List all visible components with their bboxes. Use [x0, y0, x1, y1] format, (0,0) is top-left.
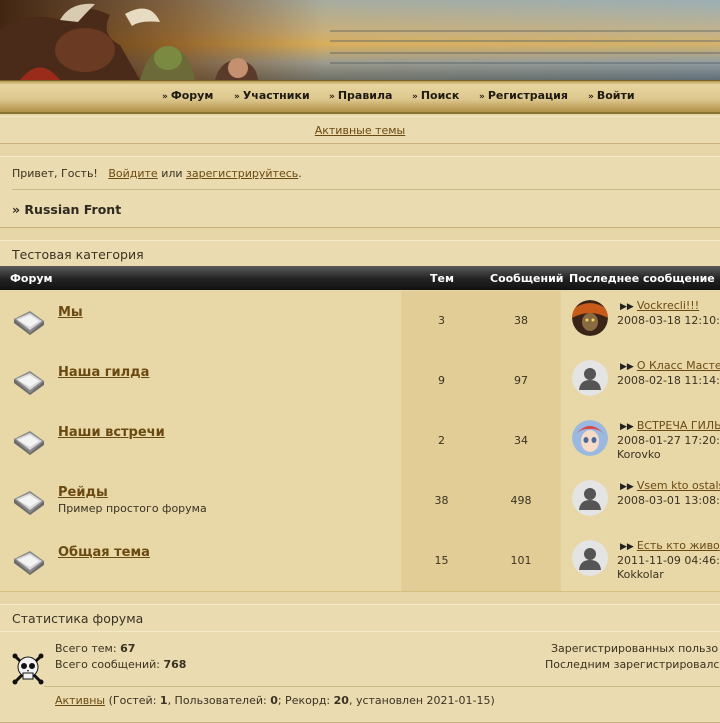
skull-icon: [12, 653, 44, 685]
warcraft-characters-artwork: [0, 3, 258, 80]
welcome-panel: Привет, Гость! Войдите или зарегистрируй…: [0, 156, 720, 228]
posts-count: 101: [510, 554, 532, 567]
forum-folder-icon: [14, 431, 44, 455]
forum-name-link[interactable]: Рейды: [58, 485, 108, 500]
posts-count: 34: [514, 434, 528, 447]
user-avatar[interactable]: [572, 300, 608, 336]
double-chevron-icon: »: [479, 92, 485, 102]
online-line: Активны (Гостей: 1, Пользователей: 0; Ре…: [55, 694, 495, 707]
total-posts: Всего сообщений: 768: [55, 658, 187, 671]
table-row: Мы 3 38 ▶▶ Vockrecli!!! 2008-03-18 12:10:: [0, 291, 720, 352]
table-row: Наша гилда 9 97 ▶▶ О Класс Масте 2008-02-…: [0, 351, 720, 412]
last-post-date: 2008-03-18 12:10:: [617, 314, 720, 327]
user-avatar[interactable]: [572, 420, 608, 456]
registered-users: Зарегистрированных пользо: [551, 642, 719, 655]
user-avatar[interactable]: [572, 360, 608, 396]
posts-count: 38: [514, 314, 528, 327]
nav-forum[interactable]: » Форум: [162, 89, 213, 102]
forum-name-link[interactable]: Общая тема: [58, 545, 150, 560]
last-post-link[interactable]: Vockrecli!!!: [637, 299, 699, 312]
forum-folder-icon: [14, 491, 44, 515]
breadcrumb: » Russian Front: [12, 202, 122, 217]
active-topics-link[interactable]: Активные темы: [315, 124, 406, 137]
forum-description: Пример простого форума: [58, 502, 207, 515]
nav-rules[interactable]: » Правила: [329, 89, 392, 102]
stats-panel: Всего тем: 67 Всего сообщений: 768 Зарег…: [0, 631, 720, 723]
double-chevron-icon: »: [234, 92, 240, 102]
last-post-author[interactable]: Korovko: [617, 448, 661, 461]
nav-members[interactable]: » Участники: [234, 89, 310, 102]
posts-count: 498: [510, 494, 532, 507]
topics-count: 3: [438, 314, 445, 327]
forum-folder-icon: [14, 311, 44, 335]
nav-search[interactable]: » Поиск: [412, 89, 459, 102]
nav-login[interactable]: » Войти: [588, 89, 635, 102]
greeting-line: Привет, Гость! Войдите или зарегистрируй…: [12, 167, 302, 180]
go-to-post-icon[interactable]: ▶▶: [620, 422, 634, 432]
login-link[interactable]: Войдите: [108, 167, 157, 180]
last-registered: Последним зарегистрировалс: [545, 658, 720, 671]
last-post-author[interactable]: Kokkolar: [617, 568, 664, 581]
double-chevron-icon: »: [412, 92, 418, 102]
forum-folder-icon: [14, 551, 44, 575]
double-chevron-icon: »: [329, 92, 335, 102]
register-link[interactable]: зарегистрируйтесь: [186, 167, 298, 180]
header-banner: [0, 0, 720, 80]
posts-count: 97: [514, 374, 528, 387]
last-post-date: 2011-11-09 04:46:: [617, 554, 720, 567]
header-forum: Форум: [10, 272, 53, 285]
forum-name-link[interactable]: Наша гилда: [58, 365, 149, 380]
header-last-post: Последнее сообщение: [569, 272, 715, 285]
active-topics-bar: Активные темы: [0, 116, 720, 144]
go-to-post-icon[interactable]: ▶▶: [620, 542, 634, 552]
double-chevron-icon: »: [588, 92, 594, 102]
topics-count: 9: [438, 374, 445, 387]
active-users-link[interactable]: Активны: [55, 694, 105, 707]
go-to-post-icon[interactable]: ▶▶: [620, 302, 634, 312]
topics-count: 2: [438, 434, 445, 447]
go-to-post-icon[interactable]: ▶▶: [620, 362, 634, 372]
user-avatar[interactable]: [572, 540, 608, 576]
forum-name-link[interactable]: Наши встречи: [58, 425, 165, 440]
stats-title: Статистика форума: [0, 604, 720, 632]
header-posts: Сообщений: [490, 272, 564, 285]
last-post-link[interactable]: Vsem kto ostals: [637, 479, 720, 492]
last-post-link[interactable]: О Класс Масте: [637, 359, 720, 372]
table-row: Рейды Пример простого форума 38 498 ▶▶ Vs…: [0, 471, 720, 532]
total-topics: Всего тем: 67: [55, 642, 136, 655]
forum-table-header: Форум Тем Сообщений Последнее сообщение: [0, 266, 720, 290]
last-post-date: 2008-03-01 13:08:: [617, 494, 720, 507]
topics-count: 15: [434, 554, 449, 567]
go-to-post-icon[interactable]: ▶▶: [620, 482, 634, 492]
last-post-link[interactable]: ВСТРЕЧА ГИЛЬ: [637, 419, 720, 432]
user-avatar[interactable]: [572, 480, 608, 516]
main-navigation: » Форум » Участники » Правила » Поиск » Регис…: [0, 80, 720, 114]
topics-count: 38: [434, 494, 449, 507]
forum-folder-icon: [14, 371, 44, 395]
forum-name-link[interactable]: Мы: [58, 305, 83, 320]
last-post-date: 2008-02-18 11:14:: [617, 374, 720, 387]
table-row: Общая тема 15 101 ▶▶ Есть кто живо 2011-1…: [0, 531, 720, 592]
double-chevron-icon: »: [162, 92, 168, 102]
header-topics: Тем: [430, 272, 454, 285]
category-title: Тестовая категория: [0, 240, 720, 268]
last-post-link[interactable]: Есть кто живо: [637, 539, 720, 552]
last-post-date: 2008-01-27 17:20:: [617, 434, 720, 447]
table-row: Наши встречи 2 34 ▶▶ ВСТРЕЧА ГИЛЬ 2008-01…: [0, 411, 720, 472]
nav-register[interactable]: » Регистрация: [479, 89, 568, 102]
